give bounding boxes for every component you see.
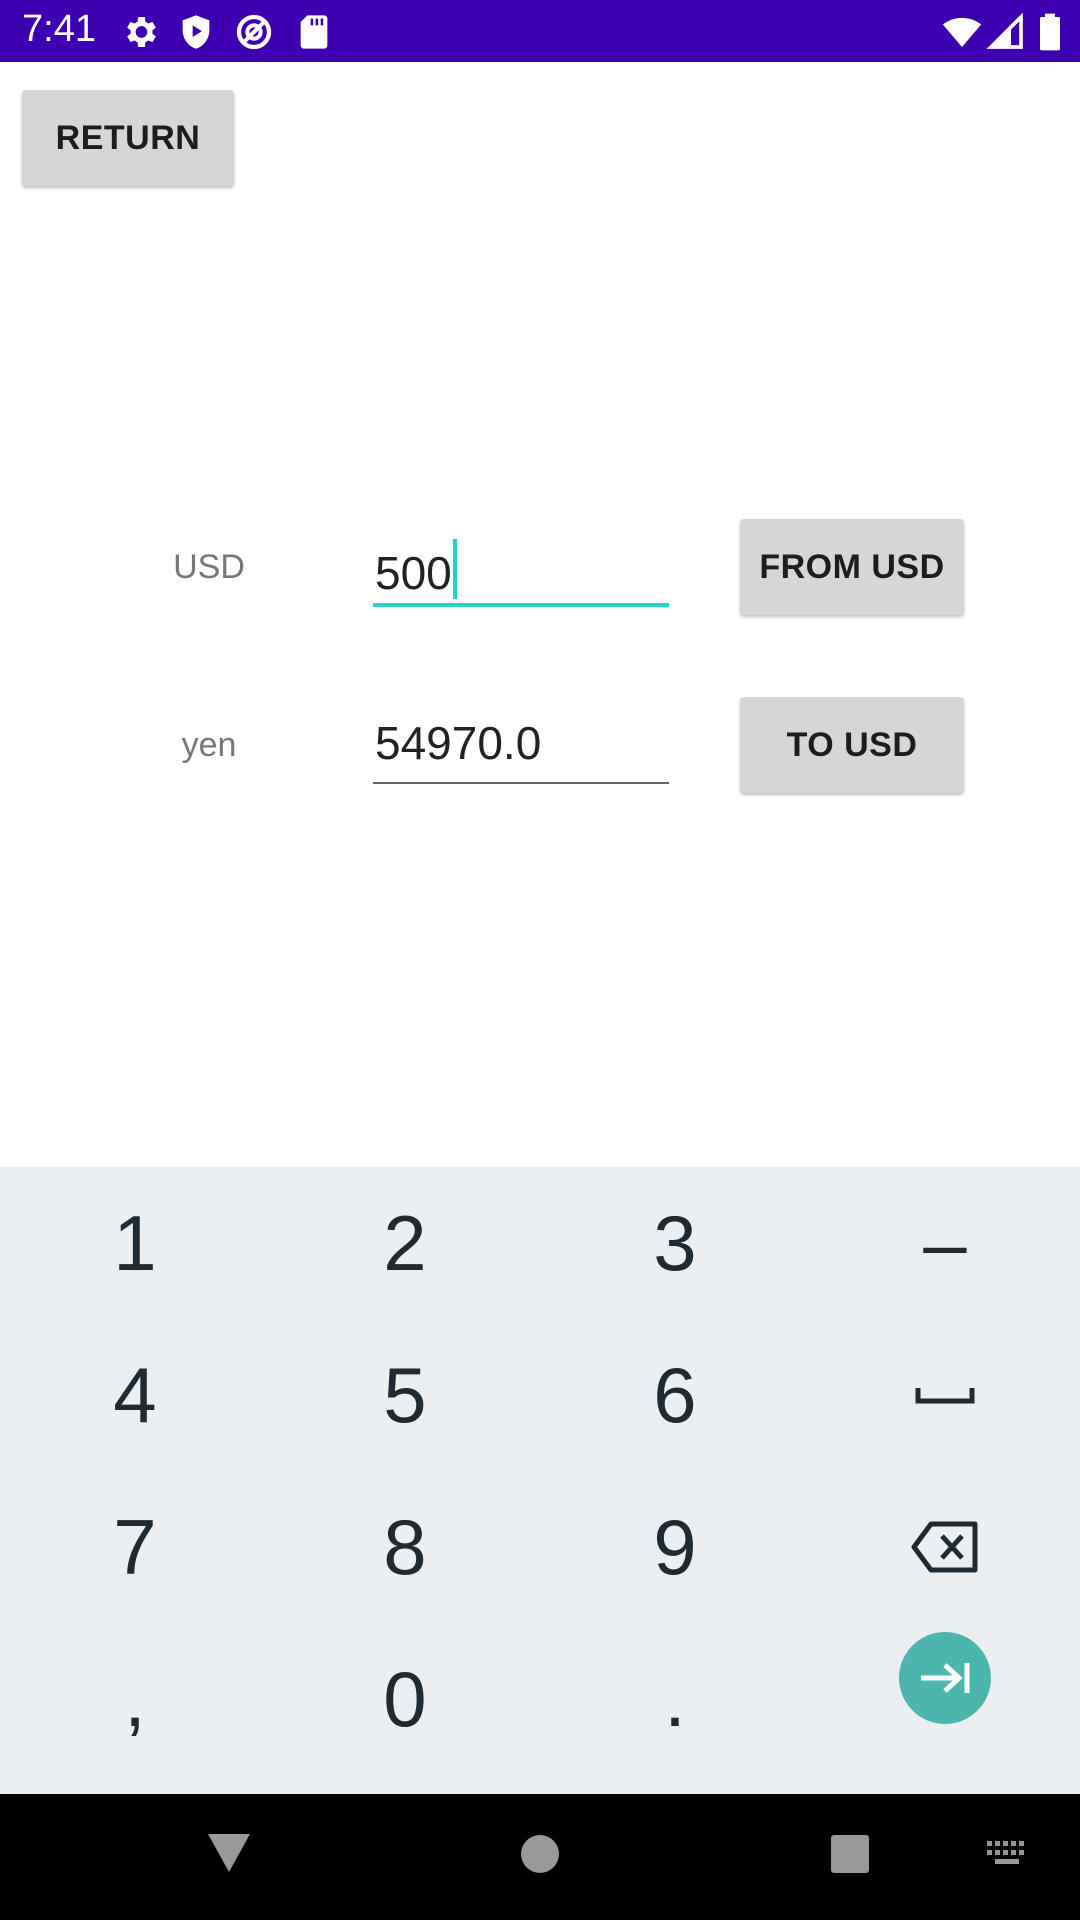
key-space[interactable] xyxy=(810,1319,1080,1471)
space-icon xyxy=(915,1384,975,1406)
next-field-icon xyxy=(918,1660,972,1696)
text-cursor xyxy=(452,539,457,599)
sd-card-icon xyxy=(294,12,334,52)
shield-play-icon xyxy=(176,12,216,52)
usd-label: USD xyxy=(173,548,245,586)
key-backspace[interactable] xyxy=(810,1471,1080,1623)
key-8[interactable]: 8 xyxy=(270,1471,540,1623)
wifi-icon xyxy=(942,12,982,52)
status-bar: 7:41 xyxy=(0,0,1080,62)
key-period[interactable]: . xyxy=(540,1623,810,1775)
return-button[interactable]: RETURN xyxy=(22,90,234,186)
key-minus[interactable]: – xyxy=(810,1167,1080,1319)
recents-square-icon[interactable] xyxy=(830,1834,870,1879)
usd-input-value: 500 xyxy=(375,539,457,600)
screen: 7:41 RETURN USD 500 FROM USD yen 54970.0… xyxy=(0,0,1080,1920)
cell-signal-icon xyxy=(986,12,1026,52)
key-2[interactable]: 2 xyxy=(270,1167,540,1319)
yen-input-value: 54970.0 xyxy=(375,717,542,769)
back-triangle-icon[interactable] xyxy=(206,1832,252,1879)
key-7[interactable]: 7 xyxy=(0,1471,270,1623)
key-comma[interactable]: , xyxy=(0,1623,270,1775)
key-1[interactable]: 1 xyxy=(0,1167,270,1319)
yen-input-underline xyxy=(373,782,669,784)
key-9[interactable]: 9 xyxy=(540,1471,810,1623)
keyboard-switch-icon[interactable] xyxy=(986,1840,1030,1873)
from-usd-button[interactable]: FROM USD xyxy=(740,519,964,615)
key-0[interactable]: 0 xyxy=(270,1623,540,1775)
backspace-icon xyxy=(911,1520,979,1574)
usd-input-underline xyxy=(373,603,669,607)
key-next[interactable] xyxy=(810,1602,1080,1754)
next-field-button xyxy=(899,1632,991,1724)
numeric-keyboard: 1 2 3 – 4 5 6 7 8 9 , 0 . xyxy=(0,1167,1080,1794)
home-circle-icon[interactable] xyxy=(520,1834,560,1879)
yen-label: yen xyxy=(181,726,237,764)
status-time: 7:41 xyxy=(22,8,96,50)
usd-input[interactable]: 500 xyxy=(373,531,669,607)
yen-input[interactable]: 54970.0 xyxy=(373,708,669,784)
navigation-bar xyxy=(0,1794,1080,1920)
gear-icon xyxy=(120,12,160,52)
vpn-circle-icon xyxy=(234,12,274,52)
key-4[interactable]: 4 xyxy=(0,1319,270,1471)
to-usd-button[interactable]: TO USD xyxy=(740,697,964,793)
key-3[interactable]: 3 xyxy=(540,1167,810,1319)
key-6[interactable]: 6 xyxy=(540,1319,810,1471)
battery-icon xyxy=(1030,12,1070,52)
key-5[interactable]: 5 xyxy=(270,1319,540,1471)
